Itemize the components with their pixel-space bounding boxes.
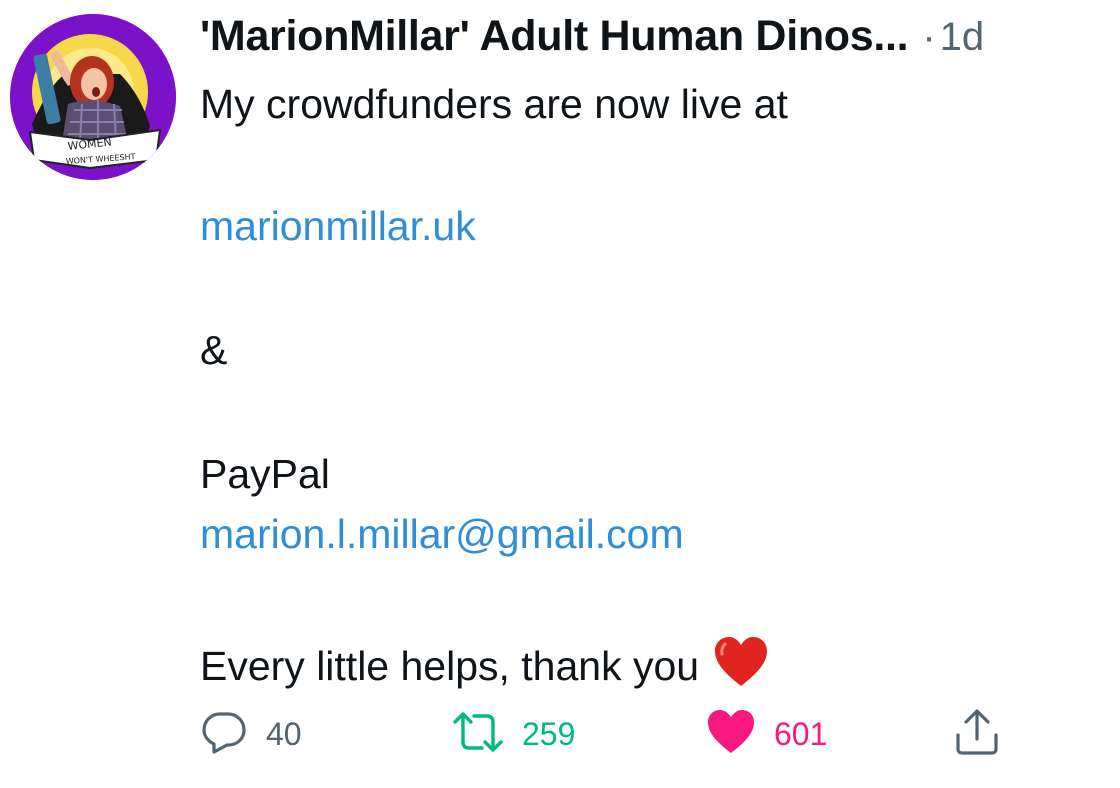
tweet-text-paypal: PayPal bbox=[200, 451, 330, 497]
retweet-button[interactable]: 259 bbox=[452, 704, 575, 764]
tweet-text-intro: My crowdfunders are now live at bbox=[200, 81, 788, 127]
speech-bubble-icon bbox=[200, 708, 248, 761]
like-button[interactable]: 601 bbox=[706, 704, 827, 764]
avatar-illustration: WOMEN WON'T WHEESHT bbox=[10, 14, 176, 180]
tweet-header: 'MarionMillar' Adult Human Dinos... · 1d bbox=[200, 12, 1110, 68]
reply-count: 40 bbox=[266, 715, 302, 752]
like-count: 601 bbox=[774, 715, 828, 752]
website-link[interactable]: marionmillar.uk bbox=[200, 206, 476, 247]
retweet-arrows-icon bbox=[452, 708, 504, 761]
share-upload-icon bbox=[953, 707, 1001, 762]
display-name[interactable]: 'MarionMillar' Adult Human Dinos... bbox=[200, 12, 909, 60]
reply-button[interactable]: 40 bbox=[200, 704, 302, 764]
tweet-text-thanks: Every little helps, thank you bbox=[200, 636, 769, 695]
separator-dot: · bbox=[922, 15, 936, 59]
share-button[interactable] bbox=[953, 704, 1001, 764]
retweet-count: 259 bbox=[522, 715, 576, 752]
timestamp[interactable]: 1d bbox=[940, 15, 985, 59]
tweet-card[interactable]: WOMEN WON'T WHEESHT 'MarionMillar' Adult… bbox=[0, 0, 1120, 788]
tweet-text-ampersand: & bbox=[200, 327, 228, 373]
avatar[interactable]: WOMEN WON'T WHEESHT bbox=[10, 14, 176, 180]
heart-filled-icon bbox=[706, 709, 756, 760]
thanks-text: Every little helps, thank you bbox=[200, 643, 700, 689]
red-heart-emoji bbox=[713, 636, 769, 695]
email-link[interactable]: marion.l.millar@gmail.com bbox=[200, 514, 684, 555]
